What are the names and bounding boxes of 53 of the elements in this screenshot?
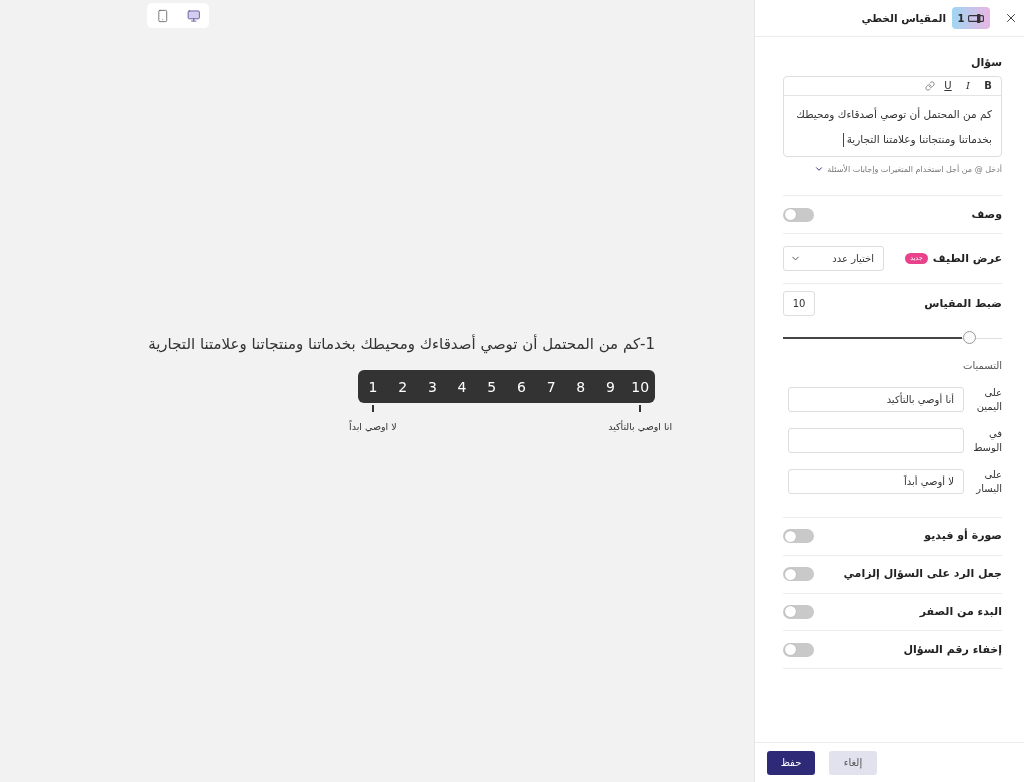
setting-label: جعل الرد على السؤال إلزامي bbox=[843, 566, 1002, 583]
cancel-button[interactable]: إلغاء bbox=[829, 750, 877, 775]
section-subtitle: التسميات bbox=[961, 360, 1002, 372]
label-input[interactable]: لا أوصي أبداً bbox=[788, 469, 964, 494]
monitor-icon[interactable] bbox=[186, 8, 200, 23]
scale-option[interactable]: 10 bbox=[625, 370, 655, 403]
toggle-switch[interactable] bbox=[783, 642, 814, 657]
field-label: في الوسط bbox=[972, 426, 1002, 455]
scale-option[interactable]: 6 bbox=[506, 370, 537, 403]
field-label: على اليمين bbox=[975, 385, 1002, 414]
close-icon[interactable] bbox=[1004, 11, 1018, 25]
setting-label: عرض الطيف bbox=[932, 250, 1002, 267]
scale-option[interactable]: 4 bbox=[447, 370, 477, 403]
scale-option[interactable]: 1 bbox=[358, 370, 388, 403]
link-icon[interactable] bbox=[925, 81, 935, 91]
scale-option[interactable]: 5 bbox=[476, 370, 507, 403]
scale-option[interactable]: 8 bbox=[565, 370, 596, 403]
setting-label: إخفاء رقم السؤال bbox=[903, 641, 1002, 658]
toggle-switch[interactable] bbox=[783, 529, 814, 544]
text-cursor-icon bbox=[842, 133, 844, 147]
hint-text: أدخل @ من أجل استخدام المتغيرات وإجابات الأسئلة bbox=[827, 164, 1002, 174]
scale-count-input[interactable]: 10 bbox=[783, 291, 815, 316]
slider-icon bbox=[968, 13, 985, 23]
toggle-switch[interactable] bbox=[783, 567, 814, 582]
scale-option[interactable]: 7 bbox=[536, 370, 566, 403]
scale-end-label: انا اوصي بالتأكيد bbox=[608, 421, 673, 432]
label-input[interactable]: أنا أوصي بالتأكيد bbox=[788, 387, 964, 412]
setting-label: صورة أو فيديو bbox=[924, 528, 1002, 545]
label-input[interactable] bbox=[788, 428, 964, 453]
field-label: على اليسار bbox=[974, 467, 1002, 496]
setting-label: وصف bbox=[971, 206, 1002, 223]
save-button[interactable]: حفظ bbox=[767, 750, 815, 775]
panel-title: المقياس الخطي bbox=[861, 12, 946, 24]
setting-label: ضبط المقياس bbox=[924, 295, 1002, 312]
scale-option[interactable]: 2 bbox=[387, 370, 418, 403]
toggle-switch[interactable] bbox=[783, 207, 814, 222]
scale-option[interactable]: 9 bbox=[595, 370, 626, 403]
slider-thumb[interactable] bbox=[962, 331, 976, 344]
bold-button[interactable]: B bbox=[981, 79, 995, 93]
tick-mark-icon bbox=[371, 405, 374, 412]
setting-label: البدء من الصفر bbox=[919, 603, 1002, 620]
phone-icon[interactable] bbox=[156, 8, 170, 23]
number-dropdown[interactable]: اختيار عدد bbox=[783, 246, 884, 271]
type-number: 1 bbox=[957, 12, 965, 24]
italic-button[interactable]: I bbox=[961, 79, 975, 93]
question-text-field[interactable]: كم من المحتمل أن توصي أصدقاءك ومحيطك بخدماتنا ومنتجاتنا وعلامتنا التجارية bbox=[784, 96, 1001, 156]
tick-mark-icon bbox=[639, 405, 642, 412]
chevron-down-icon[interactable] bbox=[814, 164, 825, 174]
field-label: سؤال bbox=[969, 55, 1002, 71]
toggle-switch[interactable] bbox=[783, 604, 814, 619]
scale-end-label: لا اوصي ابداً bbox=[349, 421, 397, 432]
scale-option[interactable]: 3 bbox=[417, 370, 448, 403]
underline-button[interactable]: U bbox=[941, 79, 955, 93]
